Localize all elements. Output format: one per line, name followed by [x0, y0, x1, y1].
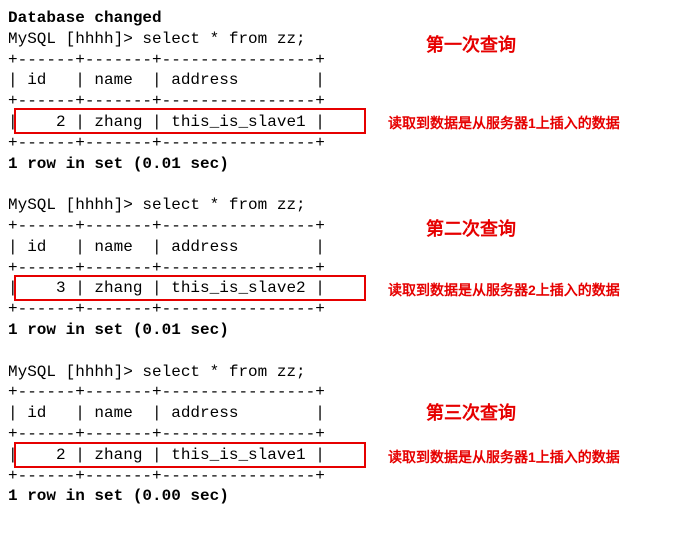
annotation-title-3: 第三次查询 [426, 402, 516, 425]
db-changed-line: Database changed [8, 8, 684, 29]
query-prompt-3: MySQL [hhhh]> select * from zz; [8, 362, 684, 383]
annotation-title-1: 第一次查询 [426, 34, 516, 57]
table-header-row: | id | name | address | [8, 70, 684, 91]
query-prompt-1: MySQL [hhhh]> select * from zz; [8, 29, 684, 50]
query-footer-2: 1 row in set (0.01 sec) [8, 320, 684, 341]
query-footer-1: 1 row in set (0.01 sec) [8, 154, 684, 175]
table-header-row: | id | name | address | [8, 237, 684, 258]
query-prompt-2: MySQL [hhhh]> select * from zz; [8, 195, 684, 216]
annotation-title-2: 第二次查询 [426, 218, 516, 241]
table-border: +------+-------+----------------+ [8, 466, 684, 487]
blank-line [8, 174, 684, 195]
query-footer-3: 1 row in set (0.00 sec) [8, 486, 684, 507]
annotation-note-3: 读取到数据是从服务器1上插入的数据 [388, 448, 620, 466]
table-header-row: | id | name | address | [8, 403, 684, 424]
table-border: +------+-------+----------------+ [8, 50, 684, 71]
terminal-output-container: Database changed MySQL [hhhh]> select * … [8, 8, 684, 507]
table-border: +------+-------+----------------+ [8, 424, 684, 445]
table-border: +------+-------+----------------+ [8, 258, 684, 279]
table-border: +------+-------+----------------+ [8, 382, 684, 403]
blank-line [8, 341, 684, 362]
annotation-note-1: 读取到数据是从服务器1上插入的数据 [388, 114, 620, 132]
table-border: +------+-------+----------------+ [8, 133, 684, 154]
table-border: +------+-------+----------------+ [8, 91, 684, 112]
table-border: +------+-------+----------------+ [8, 299, 684, 320]
annotation-note-2: 读取到数据是从服务器2上插入的数据 [388, 281, 620, 299]
table-border: +------+-------+----------------+ [8, 216, 684, 237]
